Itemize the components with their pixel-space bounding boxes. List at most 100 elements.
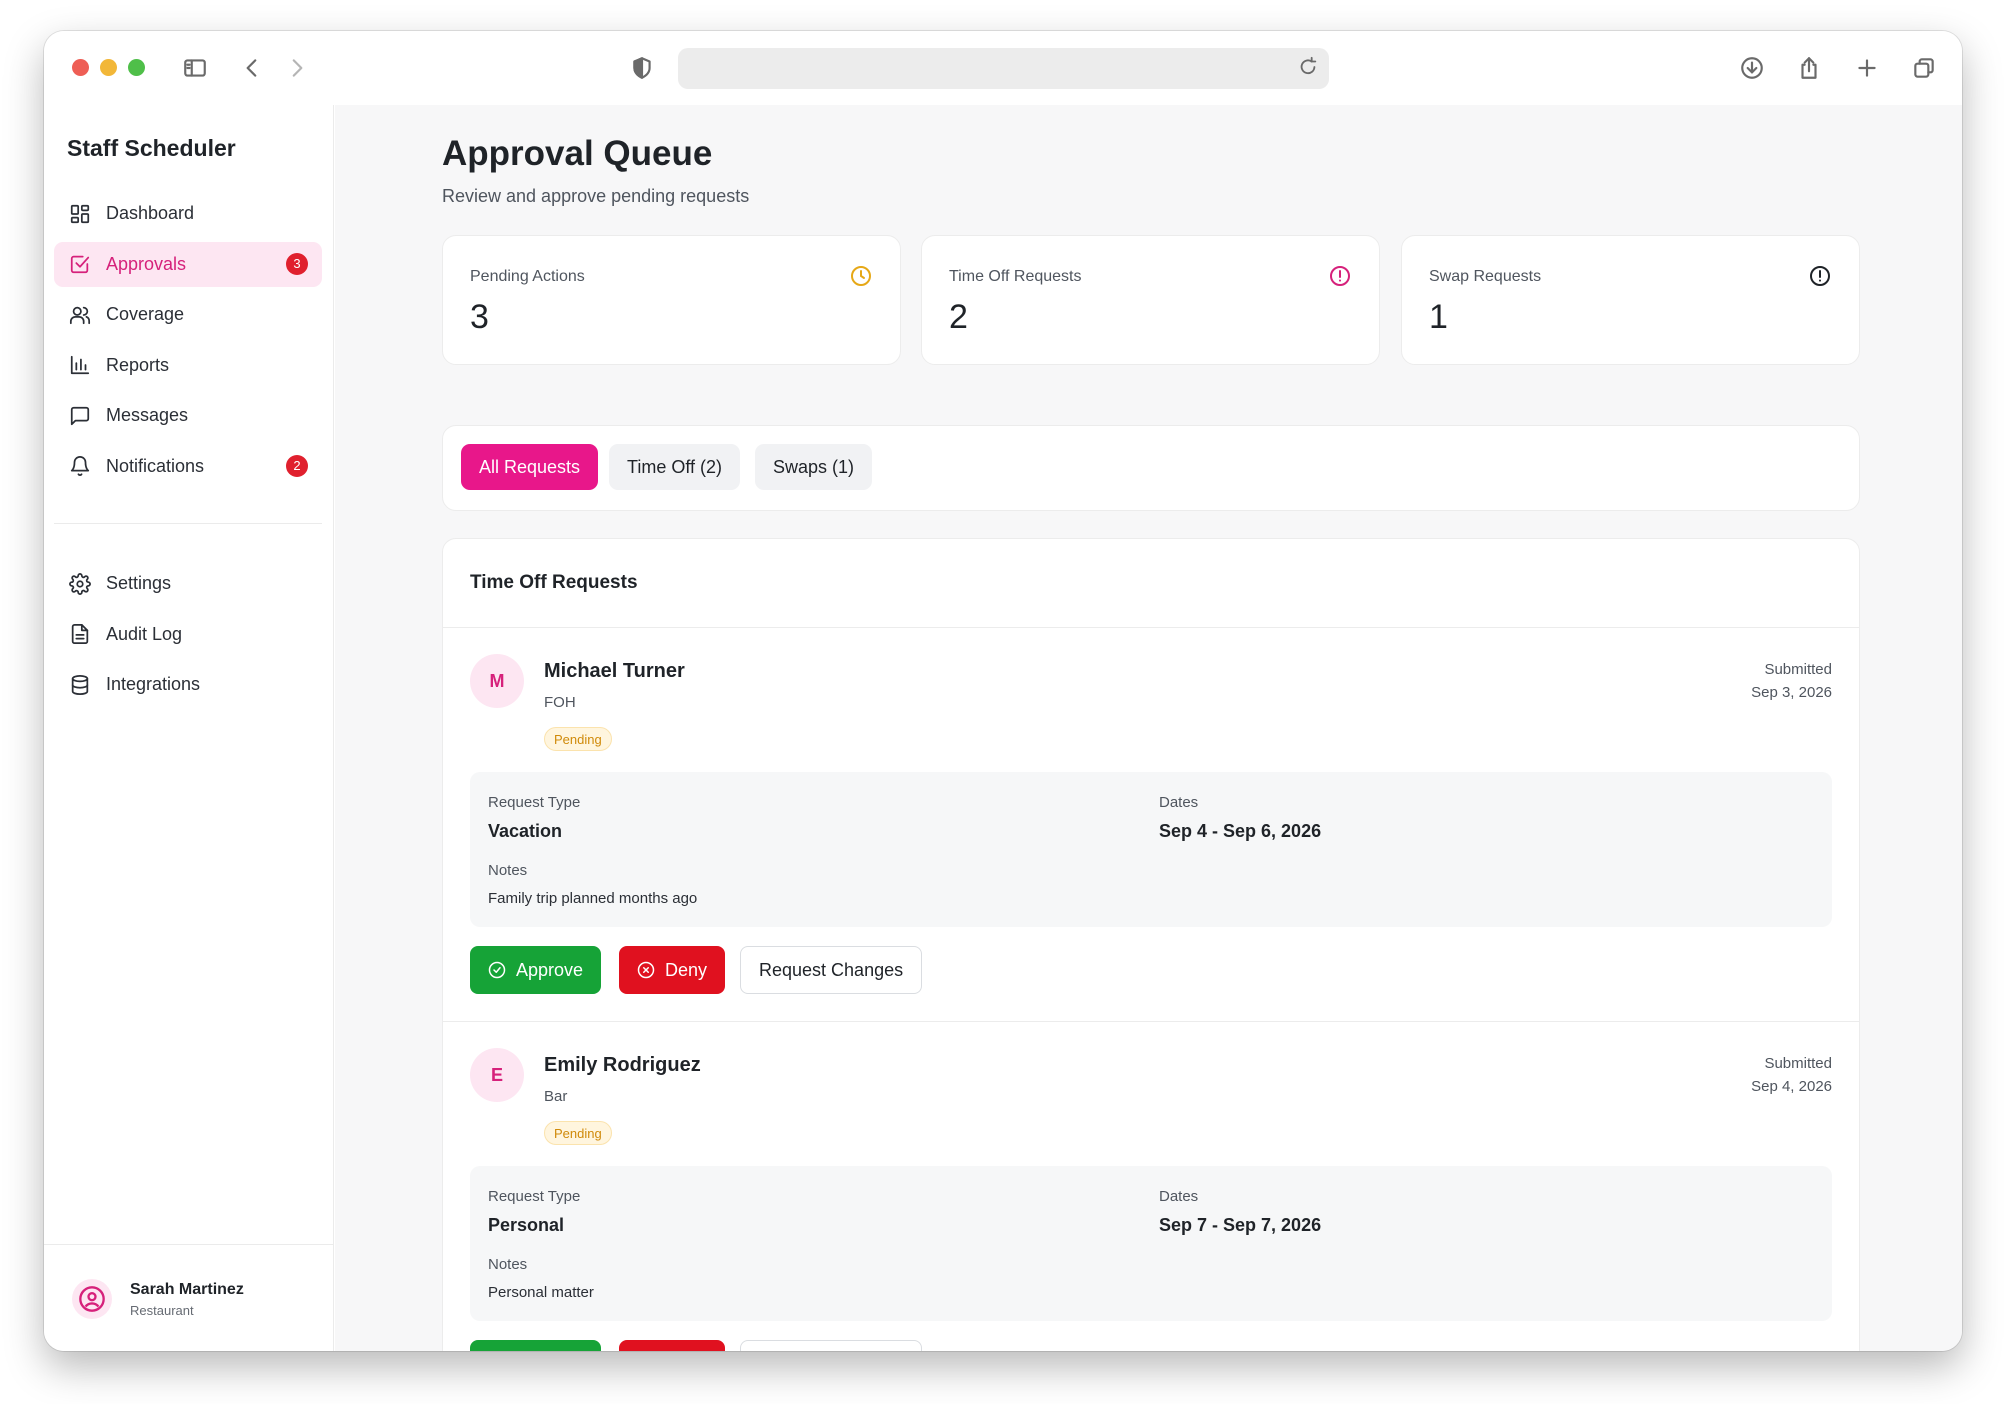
grid-icon <box>68 202 92 226</box>
requester-name: Michael Turner <box>544 660 685 682</box>
time-off-requests-card: Time Off Requests M Michael Turner FOH P… <box>442 538 1860 1351</box>
check-circle-icon <box>488 961 506 979</box>
sidebar-item-label: Reports <box>106 354 170 375</box>
users-icon <box>68 303 92 327</box>
page-title: Approval Queue <box>442 134 713 173</box>
sidebar-item-label: Coverage <box>106 304 185 324</box>
submitted-date: Sep 4, 2026 <box>1751 1078 1832 1095</box>
request-type-label: Request Type <box>488 1188 581 1205</box>
notes-value: Family trip planned months ago <box>488 890 698 907</box>
request-type-value: Personal <box>488 1215 565 1235</box>
tab-time-off[interactable]: Time Off (2) <box>609 444 741 490</box>
new-tab-icon[interactable] <box>1852 53 1882 83</box>
share-icon[interactable] <box>1794 53 1824 83</box>
tab-swaps[interactable]: Swaps (1) <box>755 444 873 490</box>
avatar: E <box>470 1048 524 1102</box>
status-badge: Pending <box>544 727 612 751</box>
x-circle-icon <box>637 961 655 979</box>
submitted-date: Sep 3, 2026 <box>1751 684 1832 701</box>
bell-icon <box>68 454 92 478</box>
approve-label: Approve <box>516 959 584 980</box>
sidebar: Staff Scheduler Dashboard Approvals 3 Co <box>44 105 334 1351</box>
sidebar-item-approvals[interactable]: Approvals 3 <box>54 241 322 287</box>
deny-button[interactable]: Deny <box>619 1340 726 1351</box>
bar-chart-icon <box>68 353 92 377</box>
sidebar-item-label: Settings <box>106 573 172 593</box>
minimize-window-button[interactable] <box>100 59 117 76</box>
main-content: Approval Queue Review and approve pendin… <box>335 105 1962 1351</box>
tab-all-requests[interactable]: All Requests <box>461 444 599 490</box>
sidebar-item-reports[interactable]: Reports <box>54 343 322 388</box>
request-type-value: Vacation <box>488 821 563 841</box>
dates-label: Dates <box>1159 794 1199 811</box>
stat-label: Time Off Requests <box>949 268 1082 285</box>
request-changes-button[interactable]: Request Changes <box>740 946 923 994</box>
dates-value: Sep 4 - Sep 6, 2026 <box>1159 821 1322 841</box>
tabs-overview-icon[interactable] <box>1909 53 1939 83</box>
reload-icon[interactable] <box>1297 56 1321 80</box>
forward-icon[interactable] <box>282 53 312 83</box>
sidebar-item-label: Approvals <box>106 253 187 274</box>
stat-card-time-off-requests: Time Off Requests 2 <box>921 235 1380 365</box>
sidebar-item-label: Notifications <box>106 455 205 476</box>
sidebar-nav: Dashboard Approvals 3 Coverage Reports M… <box>54 191 322 494</box>
privacy-shield-icon[interactable] <box>627 53 657 83</box>
user-profile[interactable]: Sarah Martinez Restaurant <box>72 1279 244 1319</box>
approve-button[interactable]: Approve <box>470 1340 602 1351</box>
sidebar-item-settings[interactable]: Settings <box>54 561 322 606</box>
section-title: Time Off Requests <box>470 572 638 593</box>
approvals-count-badge: 3 <box>286 252 308 275</box>
stat-value: 3 <box>470 298 489 336</box>
sidebar-item-coverage[interactable]: Coverage <box>54 292 322 337</box>
notes-label: Notes <box>488 1256 528 1273</box>
file-text-icon <box>68 622 92 646</box>
sidebar-secondary-nav: Settings Audit Log Integrations <box>54 561 322 713</box>
check-square-icon <box>68 252 92 276</box>
sidebar-item-audit-log[interactable]: Audit Log <box>54 612 322 657</box>
sidebar-item-notifications[interactable]: Notifications 2 <box>54 444 322 489</box>
notes-value: Personal matter <box>488 1284 594 1301</box>
deny-button[interactable]: Deny <box>619 946 726 994</box>
alert-circle-icon <box>1328 264 1352 288</box>
stat-value: 1 <box>1429 298 1448 336</box>
submitted-info: Submitted Sep 4, 2026 <box>1751 1052 1832 1098</box>
sidebar-item-label: Messages <box>106 405 189 425</box>
requester-role: FOH <box>544 694 576 711</box>
browser-toolbar <box>44 31 1962 105</box>
sidebar-item-messages[interactable]: Messages <box>54 393 322 438</box>
submitted-label: Submitted <box>1764 1055 1832 1072</box>
request-changes-button[interactable]: Request Changes <box>740 1340 923 1351</box>
approve-button[interactable]: Approve <box>470 946 602 994</box>
sidebar-toggle-icon[interactable] <box>180 53 210 83</box>
notifications-count-badge: 2 <box>286 454 308 477</box>
address-bar[interactable] <box>678 48 1329 89</box>
sidebar-divider <box>54 523 322 524</box>
notes-label: Notes <box>488 862 528 879</box>
maximize-window-button[interactable] <box>128 59 145 76</box>
sidebar-item-dashboard[interactable]: Dashboard <box>54 191 322 236</box>
user-name: Sarah Martinez <box>130 1280 244 1298</box>
request-type-label: Request Type <box>488 794 581 811</box>
message-icon <box>68 404 92 428</box>
stat-value: 2 <box>949 298 968 336</box>
stat-label: Pending Actions <box>470 268 585 285</box>
sidebar-user-divider <box>44 1244 334 1245</box>
download-icon[interactable] <box>1737 53 1767 83</box>
user-avatar-icon <box>72 1279 112 1319</box>
deny-label: Deny <box>665 959 708 980</box>
sidebar-item-label: Dashboard <box>106 203 195 223</box>
request-details: Request Type Vacation Dates Sep 4 - Sep … <box>470 772 1832 927</box>
dates-value: Sep 7 - Sep 7, 2026 <box>1159 1215 1322 1235</box>
avatar: M <box>470 654 524 708</box>
filter-tabs: All Requests Time Off (2) Swaps (1) <box>442 425 1860 511</box>
user-org: Restaurant <box>130 1302 194 1318</box>
stat-card-pending-actions: Pending Actions 3 <box>442 235 901 365</box>
alert-circle-icon <box>1808 264 1832 288</box>
back-icon[interactable] <box>237 53 267 83</box>
stat-label: Swap Requests <box>1429 268 1542 285</box>
gear-icon <box>68 572 92 596</box>
clock-icon <box>849 264 873 288</box>
sidebar-item-integrations[interactable]: Integrations <box>54 662 322 707</box>
close-window-button[interactable] <box>72 59 89 76</box>
submitted-info: Submitted Sep 3, 2026 <box>1751 658 1832 704</box>
